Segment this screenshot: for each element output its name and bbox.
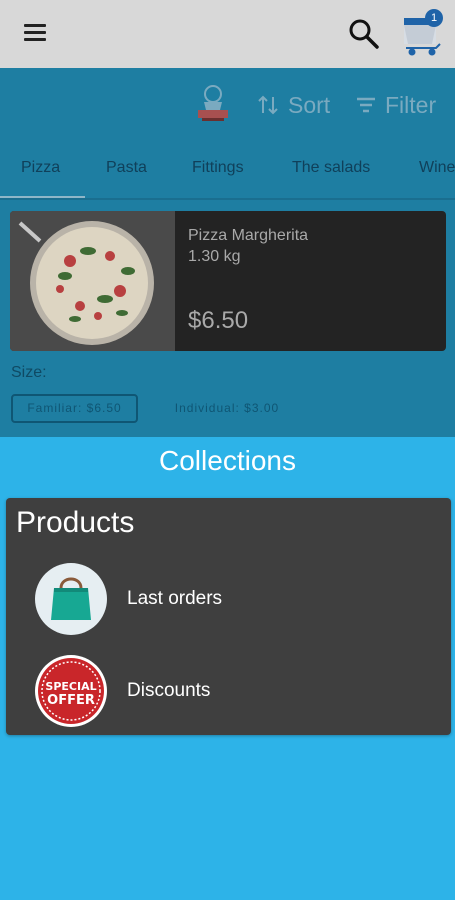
product-card[interactable]: Pizza Margherita 1.30 kg $6.50 [10,211,446,351]
sort-label: Sort [288,91,331,118]
tab-pasta[interactable]: Pasta [106,146,147,198]
sort-button[interactable]: Sort [256,90,330,120]
pizza-image [10,211,175,351]
size-option-familiar[interactable]: Familiar: $6.50 [11,394,138,423]
tab-wine[interactable]: Wine [419,146,455,198]
product-name: Pizza Margherita [188,227,309,244]
cart-count-badge: 1 [425,9,443,27]
products-panel: Products Last orders SPECIAL OFFER Disco… [6,498,451,735]
sheet-title: Collections [159,445,296,476]
category-tabs: Pizza Pasta Fittings The salads Wine [0,146,455,198]
last-orders-label: Last orders [127,588,223,609]
tab-salads[interactable]: The salads [292,146,370,198]
list-item-discounts[interactable]: SPECIAL OFFER Discounts [6,650,451,730]
background-content: Sort Filter Pizza Pasta Fittings The sal… [0,68,455,437]
list-item-last-orders[interactable]: Last orders [6,558,451,638]
secondary-toolbar: Sort Filter [0,68,455,140]
cart-button[interactable]: 1 [398,8,446,58]
filter-label: Filter [385,91,437,118]
filter-button[interactable]: Filter [355,90,436,120]
menu-icon[interactable] [22,22,50,44]
delivery-icon[interactable] [190,80,236,126]
shopping-bag-icon [34,562,108,636]
app-bar: 1 [0,0,455,68]
sort-icon [258,95,278,115]
search-icon[interactable] [346,16,382,52]
special-offer-text-1: SPECIAL [45,680,96,693]
size-option-individual[interactable]: Individual: $3.00 [160,394,294,423]
size-label: Size: [11,364,47,381]
product-weight: 1.30 kg [188,248,241,265]
tab-divider [0,198,455,200]
product-price: $6.50 [188,307,249,334]
panel-title: Products [16,506,135,539]
special-offer-text-2: OFFER [47,693,95,708]
discounts-label: Discounts [127,680,211,701]
special-offer-icon: SPECIAL OFFER [34,654,108,728]
tab-fittings[interactable]: Fittings [192,146,244,198]
tab-pizza[interactable]: Pizza [21,146,60,198]
filter-icon [357,97,375,113]
